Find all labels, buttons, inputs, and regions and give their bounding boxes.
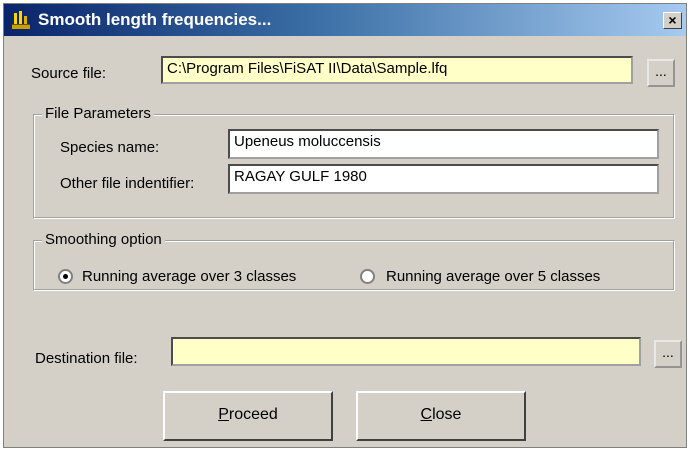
file-identifier-input[interactable]: RAGAY GULF 1980 [228, 164, 659, 194]
proceed-button[interactable]: Proceed [163, 391, 333, 441]
radio-5-classes[interactable] [360, 269, 375, 284]
file-identifier-label: Other file indentifier: [60, 175, 195, 192]
destination-file-label: Destination file: [35, 350, 138, 367]
species-name-label: Species name: [60, 139, 160, 156]
option-5-classes-label[interactable]: Running average over 5 classes [386, 268, 600, 285]
proceed-hotkey: P [218, 406, 229, 423]
smoothing-option-title: Smoothing option [42, 231, 165, 248]
close-button[interactable]: Close [356, 391, 526, 441]
close-window-button[interactable]: × [663, 12, 682, 29]
fish-app-icon [12, 11, 30, 29]
species-name-input[interactable]: Upeneus moluccensis [228, 129, 659, 159]
window-title: Smooth length frequencies... [38, 10, 272, 29]
source-file-input[interactable]: C:\Program Files\FiSAT II\Data\Sample.lf… [161, 56, 633, 84]
source-browse-button[interactable]: ... [647, 59, 675, 87]
radio-selected-dot-icon [63, 274, 68, 279]
radio-3-classes[interactable] [58, 269, 73, 284]
close-icon: × [668, 12, 677, 28]
source-file-label: Source file: [31, 65, 107, 82]
close-hotkey: C [420, 406, 433, 423]
dialog-window: Smooth length frequencies... × Source fi… [3, 3, 687, 448]
close-label: lose [432, 406, 462, 423]
file-parameters-title: File Parameters [42, 105, 154, 122]
destination-file-input[interactable] [171, 337, 641, 366]
option-3-classes-label[interactable]: Running average over 3 classes [82, 268, 296, 285]
destination-browse-button[interactable]: ... [654, 340, 682, 368]
proceed-label: roceed [228, 406, 278, 423]
title-bar[interactable]: Smooth length frequencies... × [4, 4, 686, 36]
